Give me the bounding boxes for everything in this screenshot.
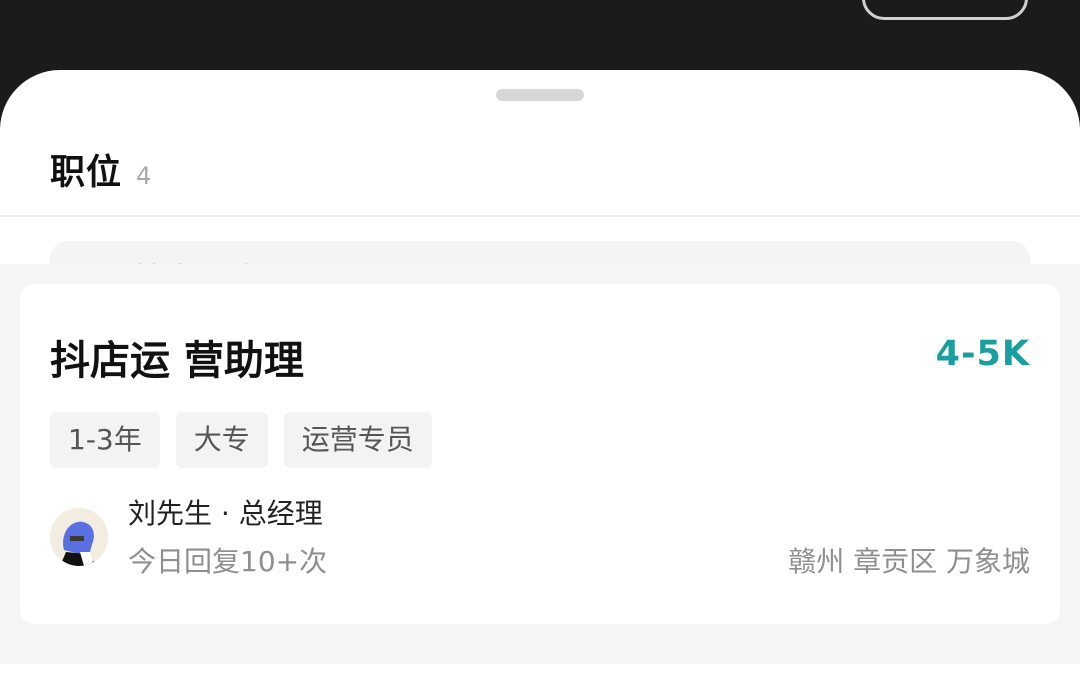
sheet-header: 职位 4 — [50, 144, 151, 195]
job-card[interactable]: 抖店运 营助理 4-5K 1-3年 大专 运营专员 刘先生 · 总经理 今日回复… — [20, 284, 1060, 624]
job-location: 赣州 章贡区 万象城 — [788, 545, 1030, 578]
job-tags: 1-3年 大专 运营专员 — [50, 412, 432, 468]
avatar-illustration-icon — [50, 508, 108, 566]
job-salary: 4-5K — [935, 334, 1030, 374]
header-divider — [0, 215, 1080, 217]
tag-experience: 1-3年 — [50, 412, 160, 468]
job-title: 抖店运 营助理 — [50, 338, 304, 384]
page-title: 职位 — [50, 153, 123, 193]
reply-stat: 今日回复10+次 — [128, 545, 328, 578]
avatar — [50, 508, 108, 566]
tag-education: 大专 — [175, 412, 268, 468]
tag-category: 运营专员 — [283, 412, 432, 468]
top-outline-button[interactable] — [862, 0, 1028, 20]
sheet-grab-handle[interactable] — [496, 89, 584, 101]
job-count: 4 — [136, 162, 152, 190]
recruiter-name: 刘先生 · 总经理 — [128, 497, 323, 530]
